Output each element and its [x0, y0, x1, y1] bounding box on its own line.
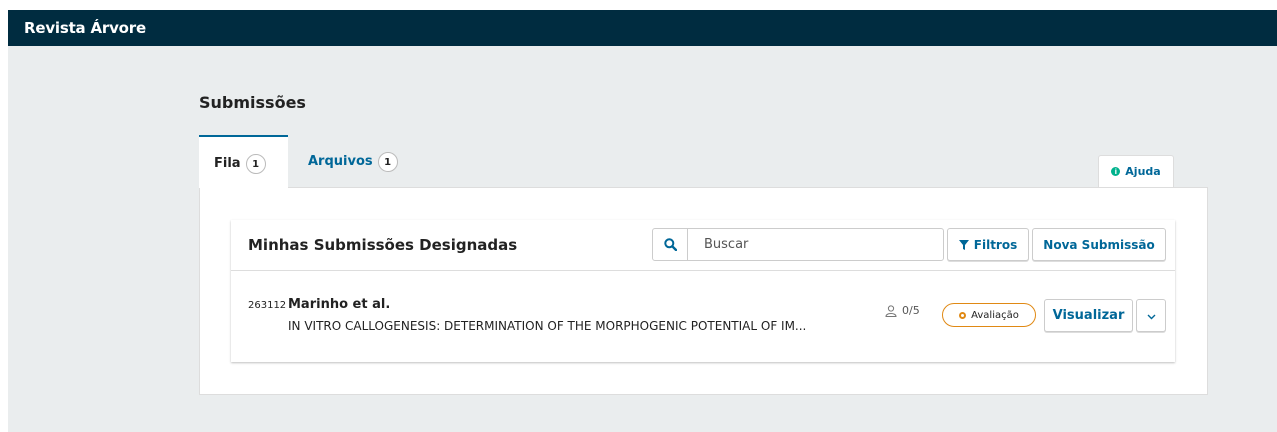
tab-archives[interactable]: Arquivos 1 [288, 135, 408, 187]
info-icon: i [1111, 167, 1121, 176]
tab-queue[interactable]: Fila 1 [199, 135, 288, 188]
submission-id: 263112 [248, 300, 287, 311]
search-icon[interactable] [653, 229, 688, 260]
submission-row: 263112 Marinho et al. IN VITRO CALLOGENE… [231, 272, 1175, 362]
page-title: Submissões [199, 93, 306, 112]
stage-label: Avaliação [971, 309, 1019, 321]
search-box [652, 228, 944, 261]
submission-title: IN VITRO CALLOGENESIS: DETERMINATION OF … [288, 319, 807, 333]
site-title-link[interactable]: Revista Árvore [24, 19, 146, 37]
submissions-list-panel: Minhas Submissões Designadas Filtros Nov… [231, 220, 1175, 362]
help-button[interactable]: i Ajuda [1098, 155, 1174, 187]
filters-button[interactable]: Filtros [947, 228, 1029, 261]
expand-row-button[interactable] [1136, 299, 1166, 332]
chevron-down-icon [1147, 309, 1156, 323]
list-title: Minhas Submissões Designadas [248, 236, 518, 254]
top-bar: Revista Árvore [8, 10, 1277, 46]
tab-archives-count: 1 [377, 152, 398, 172]
new-submission-button[interactable]: Nova Submissão [1032, 228, 1166, 261]
stage-badge: Avaliação [942, 303, 1036, 327]
stage-dot-icon [959, 311, 967, 319]
tab-archives-label: Arquivos [308, 154, 373, 169]
list-header: Minhas Submissões Designadas Filtros Nov… [231, 220, 1175, 271]
tab-queue-count: 1 [245, 154, 266, 174]
review-count-value: 0/5 [902, 304, 920, 317]
filters-label: Filtros [973, 237, 1018, 252]
submission-authors: Marinho et al. [288, 297, 391, 312]
tab-queue-label: Fila [214, 156, 241, 171]
search-input[interactable] [688, 229, 943, 260]
view-submission-button[interactable]: Visualizar [1044, 299, 1133, 332]
review-count: 0/5 [885, 304, 920, 317]
help-label: Ajuda [1125, 165, 1161, 178]
user-icon [885, 304, 897, 317]
filter-icon [958, 239, 969, 250]
